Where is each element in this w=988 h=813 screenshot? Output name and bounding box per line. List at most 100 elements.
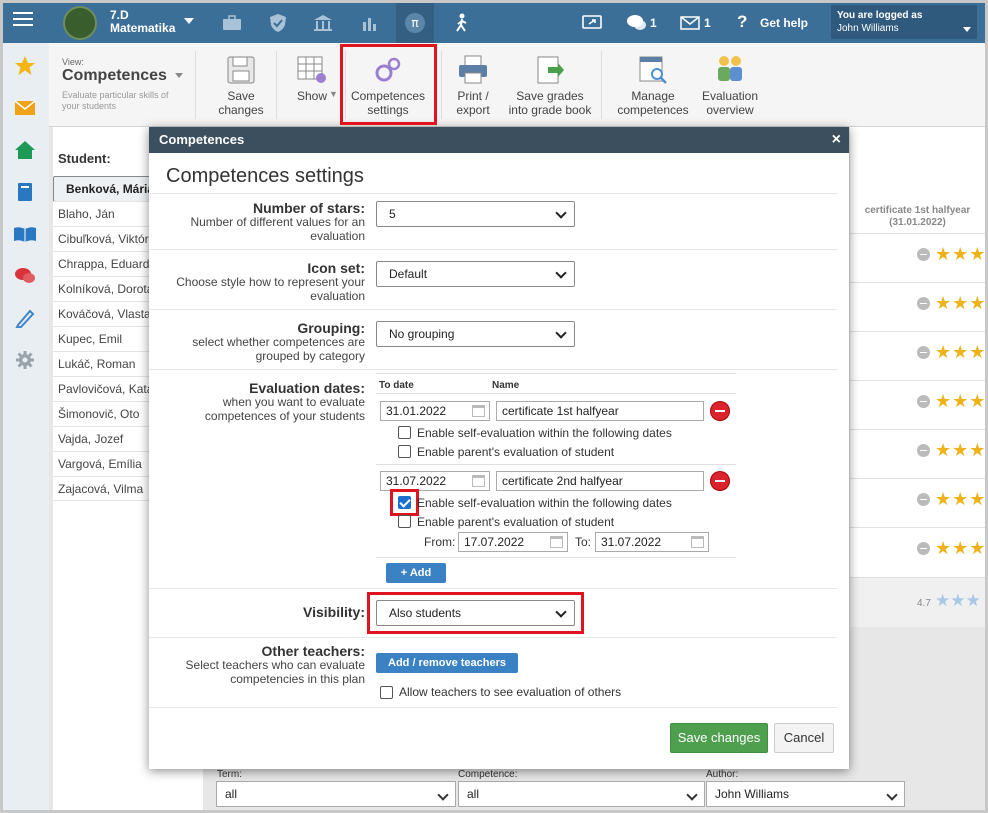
mail-icon[interactable]: [673, 8, 707, 38]
pi-icon[interactable]: π: [396, 3, 434, 43]
evaluation-row[interactable]: ★★★: [850, 233, 985, 282]
chevron-down-icon[interactable]: ▼: [329, 87, 338, 101]
menu-icon[interactable]: [13, 12, 33, 26]
shield-icon[interactable]: [261, 8, 295, 38]
screen-share-icon[interactable]: [575, 8, 609, 38]
from-date-value: 17.07.2022: [464, 535, 525, 549]
class-selector[interactable]: 7.D Matematika: [110, 9, 175, 35]
user-menu[interactable]: You are logged as John Williams: [831, 5, 977, 39]
messages-count: 1: [650, 16, 657, 30]
minus-icon[interactable]: [917, 444, 930, 457]
minus-icon[interactable]: [917, 493, 930, 506]
evaluation-overview-button[interactable]: Evaluation overview: [697, 53, 763, 117]
save-changes-button[interactable]: Save changes: [670, 723, 768, 753]
divider: [376, 557, 736, 558]
evaluation-row[interactable]: ★★★: [850, 380, 985, 429]
stars-select[interactable]: 5: [376, 201, 575, 227]
stars-icon[interactable]: ★★★: [935, 440, 985, 461]
cancel-button[interactable]: Cancel: [774, 723, 834, 753]
highlight-box: [367, 592, 584, 634]
manage-competences-button[interactable]: Manage competences: [613, 53, 693, 117]
parent-eval-checkbox-1[interactable]: [398, 445, 411, 458]
grouping-label: Grouping:: [297, 320, 365, 336]
filters-bar: Term: all Competence: all Author: John W…: [203, 765, 985, 810]
calendar-icon[interactable]: [472, 475, 485, 487]
stars-icon[interactable]: ★★★: [935, 244, 985, 265]
help-icon[interactable]: ?: [737, 12, 747, 32]
evaluation-row[interactable]: ★★★: [850, 527, 985, 576]
minus-icon[interactable]: [917, 542, 930, 555]
evaluation-row[interactable]: ★★★: [850, 282, 985, 331]
self-eval-label-1: Enable self-evaluation within the follow…: [417, 426, 672, 440]
average-row: 4.7 ★★★: [850, 577, 985, 627]
close-icon[interactable]: ×: [832, 131, 841, 149]
term-select[interactable]: all: [216, 781, 456, 807]
to-label: To:: [575, 535, 592, 549]
grouping-select[interactable]: No grouping: [376, 321, 575, 347]
stars-icon[interactable]: ★★★: [935, 391, 985, 412]
stars-icon[interactable]: ★★★: [935, 342, 985, 363]
iconset-select[interactable]: Default: [376, 261, 575, 287]
walking-icon[interactable]: [445, 8, 479, 38]
save-changes-button[interactable]: Save changes: [211, 53, 271, 117]
name-input-1[interactable]: certificate 1st halfyear: [496, 401, 704, 421]
column-title: certificate 1st halfyear: [864, 205, 971, 216]
open-book-icon[interactable]: [13, 223, 37, 245]
remove-icon[interactable]: [711, 472, 729, 490]
date-input-2[interactable]: 31.07.2022: [380, 471, 490, 491]
star-icon[interactable]: [13, 55, 37, 77]
book-icon[interactable]: [13, 181, 37, 203]
minus-icon[interactable]: [917, 395, 930, 408]
save-grades-line-2: into grade book: [508, 103, 592, 117]
highlight-box: [390, 489, 419, 516]
add-remove-teachers-button[interactable]: Add / remove teachers: [376, 653, 518, 673]
add-date-button[interactable]: + Add: [386, 563, 446, 583]
stars-icon[interactable]: ★★★: [935, 489, 985, 510]
date-input-1[interactable]: 31.01.2022: [380, 401, 490, 421]
save-grades-button[interactable]: Save grades into grade book: [504, 53, 596, 117]
evaluation-row[interactable]: ★★★: [850, 429, 985, 478]
class-avatar[interactable]: [63, 6, 97, 40]
competence-select[interactable]: all: [458, 781, 705, 807]
view-label: View:: [62, 57, 84, 67]
mail-icon[interactable]: [13, 97, 37, 119]
chevron-down-icon[interactable]: [963, 27, 971, 32]
self-eval-checkbox-1[interactable]: [398, 426, 411, 439]
iconset-desc: Choose style how to represent your evalu…: [176, 275, 365, 303]
messages-icon[interactable]: [620, 8, 654, 38]
briefcase-icon[interactable]: [215, 8, 249, 38]
allow-teachers-checkbox[interactable]: [380, 686, 393, 699]
from-date-input[interactable]: 17.07.2022: [458, 532, 568, 552]
app-window: 7.D Matematika π 1 1 ? Get help You are …: [0, 0, 988, 813]
gear-icon[interactable]: [13, 349, 37, 371]
parent-eval-checkbox-2[interactable]: [398, 515, 411, 528]
stars-icon[interactable]: ★★★: [935, 538, 985, 559]
minus-icon[interactable]: [917, 248, 930, 261]
print-export-button[interactable]: Print / export: [445, 53, 501, 117]
dialog-header-title: Competences: [159, 132, 245, 147]
home-icon[interactable]: [13, 139, 37, 161]
remove-icon[interactable]: [711, 402, 729, 420]
help-link[interactable]: Get help: [760, 16, 808, 30]
bar-chart-icon[interactable]: [353, 8, 387, 38]
minus-icon[interactable]: [917, 346, 930, 359]
to-date-input[interactable]: 31.07.2022: [595, 532, 709, 552]
view-selector[interactable]: Competences: [62, 67, 183, 85]
evaluation-row[interactable]: ★★★: [850, 331, 985, 380]
divider: [601, 51, 602, 119]
competence-label: Competence:: [458, 769, 518, 780]
bank-icon[interactable]: [306, 8, 340, 38]
pen-icon[interactable]: [13, 307, 37, 329]
divider: [376, 393, 736, 394]
chat-icon[interactable]: [13, 265, 37, 287]
manage-line-2: competences: [617, 103, 689, 117]
calendar-icon[interactable]: [472, 405, 485, 417]
evaluation-row[interactable]: ★★★: [850, 478, 985, 527]
name-input-2[interactable]: certificate 2nd halfyear: [496, 471, 704, 491]
calendar-icon[interactable]: [550, 536, 563, 548]
minus-icon[interactable]: [917, 297, 930, 310]
stars-icon[interactable]: ★★★: [935, 293, 985, 314]
calendar-icon[interactable]: [691, 536, 704, 548]
chevron-down-icon[interactable]: [184, 18, 194, 24]
author-select[interactable]: John Williams: [706, 781, 905, 807]
